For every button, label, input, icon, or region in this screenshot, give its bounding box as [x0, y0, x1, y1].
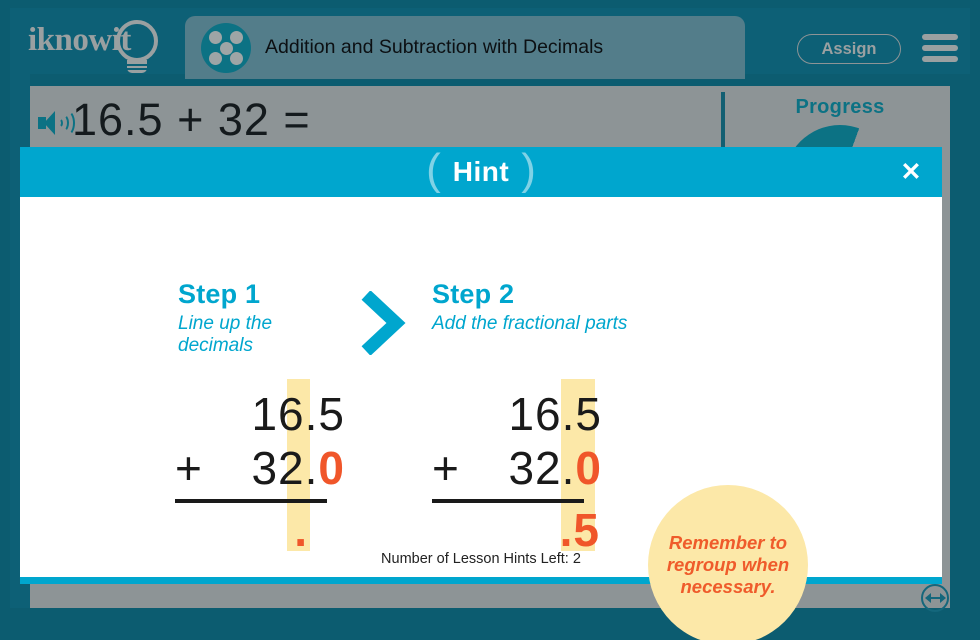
step-1-addend-2: 32.: [251, 442, 319, 494]
lightbulb-base-icon: [127, 60, 147, 73]
speaker-audio-icon[interactable]: [38, 110, 75, 136]
step-2-plus-sign: +: [432, 442, 460, 494]
step-2-equation: 16.5 + 32.0 .5: [432, 379, 602, 557]
lesson-title: Addition and Subtraction with Decimals: [265, 36, 604, 58]
step-1-heading: Step 1 Line up the decimals: [178, 279, 348, 357]
close-x-icon[interactable]: ✕: [898, 160, 924, 186]
hint-modal-body: Step 1 Line up the decimals Step 2 Add t…: [20, 197, 942, 640]
step-1-title: Step 1: [178, 279, 261, 309]
step-2-answer: .5: [559, 504, 600, 556]
step-2-addend-1: 16.5: [508, 388, 602, 440]
hint-modal: ( Hint ) ✕ Step 1 Line up the decimals S…: [20, 147, 942, 640]
brand-logo[interactable]: iknowit: [28, 18, 178, 73]
question-text: 16.5 + 32 =: [72, 94, 311, 145]
step-1-subtitle: Line up the decimals: [178, 313, 273, 356]
step-1-addend-1: 16.5: [251, 388, 345, 440]
lightbulb-icon: [116, 20, 158, 62]
progress-label: Progress: [795, 96, 885, 118]
top-bar: iknowit Addition and Subtraction with De…: [10, 8, 970, 79]
decorative-paren-right: ): [521, 145, 536, 194]
lesson-title-tab: Addition and Subtraction with Decimals: [185, 16, 745, 79]
step-1-answer: .: [294, 504, 308, 556]
assign-button[interactable]: Assign: [797, 34, 901, 64]
step-2-addend-2: 32.: [508, 442, 576, 494]
resize-horizontal-icon[interactable]: [921, 584, 949, 612]
hint-modal-header: ( Hint ) ✕: [20, 147, 942, 197]
step-2-subtitle: Add the fractional parts: [432, 313, 628, 334]
step-2-heading: Step 2 Add the fractional parts: [432, 279, 652, 335]
step-2-title: Step 2: [432, 279, 515, 309]
chevron-right-icon: [356, 290, 406, 356]
five-dots-circle-icon: [201, 23, 251, 73]
hint-title-group: ( Hint ): [20, 147, 942, 197]
step-1-appended-zero: 0: [318, 442, 345, 494]
hint-modal-title: Hint: [452, 156, 510, 187]
app-root: iknowit Addition and Subtraction with De…: [0, 0, 980, 640]
step-1-equation: 16.5 + 32.0 .: [175, 379, 345, 557]
panel-divider-top: [721, 92, 725, 154]
step-2-appended-zero: 0: [575, 442, 602, 494]
decorative-paren-left: (: [426, 145, 441, 194]
step-1-plus-sign: +: [175, 442, 203, 494]
hamburger-menu-icon[interactable]: [922, 34, 958, 62]
